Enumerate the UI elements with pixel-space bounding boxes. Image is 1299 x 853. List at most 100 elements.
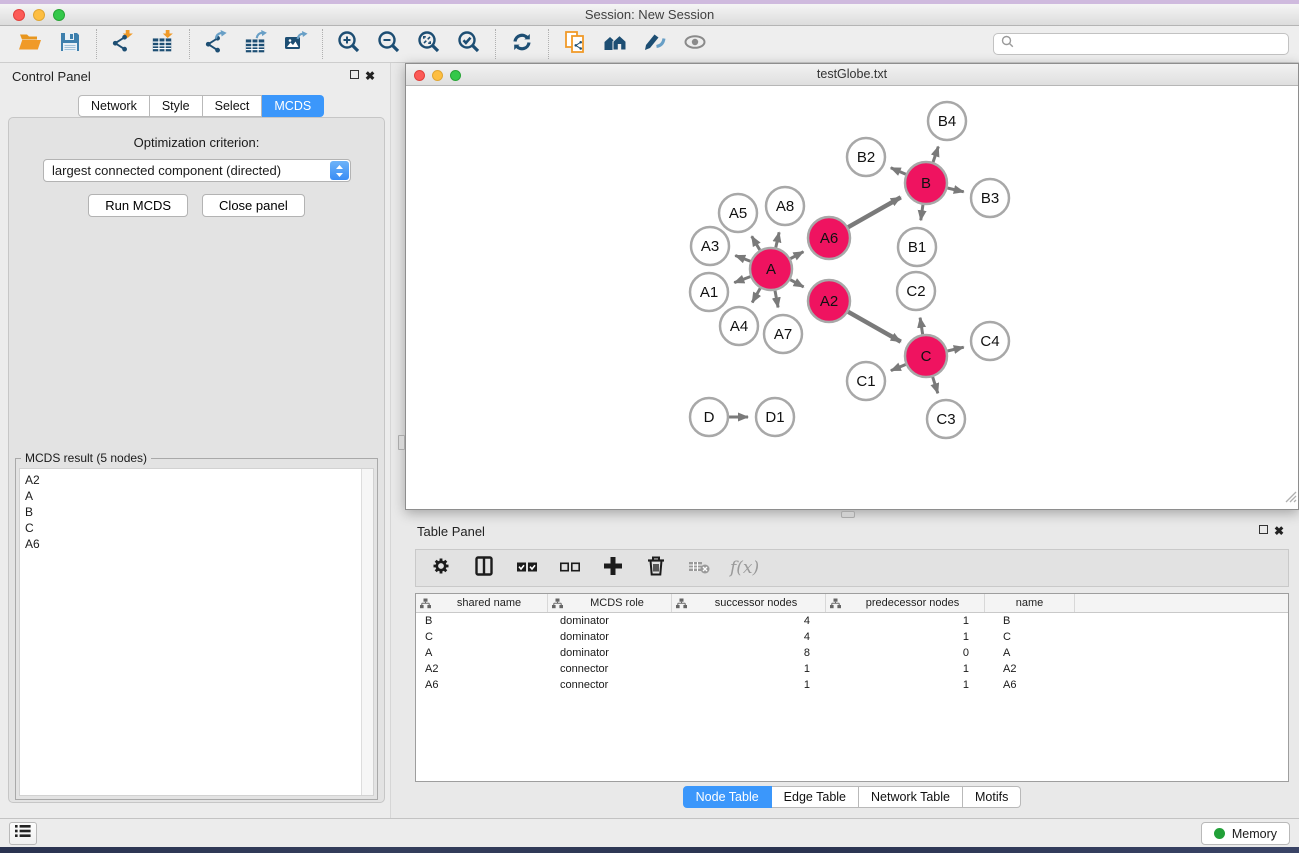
clear-table-button[interactable] — [687, 554, 711, 583]
node-D[interactable]: D — [690, 398, 728, 436]
node-A6[interactable]: A6 — [808, 217, 850, 259]
duplicate-network-button[interactable] — [558, 29, 592, 59]
splitter-handle-horizontal[interactable] — [841, 511, 855, 518]
task-history-button[interactable] — [9, 822, 37, 845]
column-header-name[interactable]: name — [985, 594, 1075, 612]
tab-style[interactable]: Style — [150, 95, 203, 117]
tab-motifs[interactable]: Motifs — [963, 786, 1021, 808]
select-all-button[interactable] — [515, 554, 539, 583]
node-C[interactable]: C — [905, 335, 947, 377]
memory-button[interactable]: Memory — [1201, 822, 1290, 845]
export-table-button[interactable] — [239, 29, 273, 59]
edge-A-A4[interactable] — [752, 288, 760, 302]
zoom-fit-button[interactable] — [412, 29, 446, 59]
edge-A-A7[interactable] — [775, 291, 778, 308]
resize-grip-icon[interactable] — [1285, 490, 1297, 508]
edge-C-C3[interactable] — [933, 377, 938, 393]
node-table[interactable]: shared nameMCDS rolesuccessor nodesprede… — [415, 593, 1289, 782]
edge-B-B2[interactable] — [891, 168, 906, 175]
tab-network-table[interactable]: Network Table — [859, 786, 963, 808]
node-A3[interactable]: A3 — [691, 227, 729, 265]
edge-A2-C[interactable] — [848, 312, 901, 342]
node-A8[interactable]: A8 — [766, 187, 804, 225]
export-network-button[interactable] — [199, 29, 233, 59]
edge-A6-B[interactable] — [848, 197, 901, 227]
table-row[interactable]: Cdominator41C — [416, 629, 1288, 645]
node-B1[interactable]: B1 — [898, 228, 936, 266]
home-button[interactable] — [598, 29, 632, 59]
tab-mcds[interactable]: MCDS — [262, 95, 324, 117]
tab-edge-table[interactable]: Edge Table — [772, 786, 859, 808]
result-item[interactable]: B — [25, 504, 373, 520]
result-item[interactable]: A2 — [25, 472, 373, 488]
node-C2[interactable]: C2 — [897, 272, 935, 310]
result-item[interactable]: C — [25, 520, 373, 536]
split-panel-button[interactable] — [472, 554, 496, 583]
node-C1[interactable]: C1 — [847, 362, 885, 400]
edge-B-B3[interactable] — [947, 188, 963, 192]
node-B4[interactable]: B4 — [928, 102, 966, 140]
column-header-MCDS-role[interactable]: MCDS role — [548, 594, 672, 612]
edge-C-C1[interactable] — [891, 364, 906, 370]
export-image-button[interactable] — [279, 29, 313, 59]
add-column-button[interactable] — [601, 554, 625, 583]
node-A2[interactable]: A2 — [808, 280, 850, 322]
edit-annotations-button[interactable] — [638, 29, 672, 59]
result-item[interactable]: A — [25, 488, 373, 504]
function-builder-button[interactable]: f(x) — [730, 558, 759, 578]
zoom-out-button[interactable] — [372, 29, 406, 59]
edge-A-A5[interactable] — [752, 236, 760, 250]
tab-select[interactable]: Select — [203, 95, 263, 117]
float-panel-icon[interactable] — [346, 70, 362, 82]
column-header-successor-nodes[interactable]: successor nodes — [672, 594, 826, 612]
close-window-button[interactable] — [13, 9, 25, 21]
node-A[interactable]: A — [750, 248, 792, 290]
table-row[interactable]: Adominator80A — [416, 645, 1288, 661]
search-input[interactable] — [1019, 37, 1281, 51]
result-item[interactable]: A6 — [25, 536, 373, 552]
node-A4[interactable]: A4 — [720, 307, 758, 345]
table-row[interactable]: A6connector11A6 — [416, 677, 1288, 693]
edge-A-A2[interactable] — [790, 280, 803, 287]
edge-B-B1[interactable] — [921, 205, 923, 220]
table-row[interactable]: Bdominator41B — [416, 613, 1288, 629]
edge-A-A3[interactable] — [735, 256, 750, 262]
tab-network[interactable]: Network — [78, 95, 150, 117]
edge-A-A1[interactable] — [734, 277, 750, 283]
network-canvas[interactable]: A A1 A2 A3 A4 A5 A6 A7 A8 B B1 B2 B3 B4 C C1 C2 C3 C4 D D1 — [406, 87, 1298, 509]
import-network-button[interactable] — [106, 29, 140, 59]
node-B3[interactable]: B3 — [971, 179, 1009, 217]
tab-node-table[interactable]: Node Table — [683, 786, 772, 808]
edge-A-A8[interactable] — [776, 232, 779, 247]
refresh-button[interactable] — [505, 29, 539, 59]
zoom-in-button[interactable] — [332, 29, 366, 59]
mcds-result-list[interactable]: A2ABCA6 — [19, 468, 374, 796]
close-table-panel-icon[interactable]: ✖ — [1271, 524, 1287, 538]
node-C3[interactable]: C3 — [927, 400, 965, 438]
table-row[interactable]: A2connector11A2 — [416, 661, 1288, 677]
node-A7[interactable]: A7 — [764, 315, 802, 353]
close-panel-button[interactable]: Close panel — [202, 194, 305, 217]
delete-column-button[interactable] — [644, 554, 668, 583]
settings-button[interactable] — [429, 554, 453, 583]
result-scrollbar[interactable] — [361, 469, 373, 795]
edge-A-A6[interactable] — [790, 252, 803, 259]
minimize-window-button[interactable] — [33, 9, 45, 21]
edge-C-C2[interactable] — [920, 318, 923, 335]
network-close-button[interactable] — [414, 70, 425, 81]
close-panel-icon[interactable]: ✖ — [362, 69, 378, 83]
node-D1[interactable]: D1 — [756, 398, 794, 436]
float-table-panel-icon[interactable] — [1255, 525, 1271, 537]
node-B2[interactable]: B2 — [847, 138, 885, 176]
node-A1[interactable]: A1 — [690, 273, 728, 311]
node-C4[interactable]: C4 — [971, 322, 1009, 360]
network-minimize-button[interactable] — [432, 70, 443, 81]
run-mcds-button[interactable]: Run MCDS — [88, 194, 188, 217]
import-table-button[interactable] — [146, 29, 180, 59]
zoom-selected-button[interactable] — [452, 29, 486, 59]
edge-C-C4[interactable] — [947, 347, 963, 351]
column-header-shared-name[interactable]: shared name — [416, 594, 548, 612]
node-B[interactable]: B — [905, 162, 947, 204]
node-A5[interactable]: A5 — [719, 194, 757, 232]
network-zoom-button[interactable] — [450, 70, 461, 81]
